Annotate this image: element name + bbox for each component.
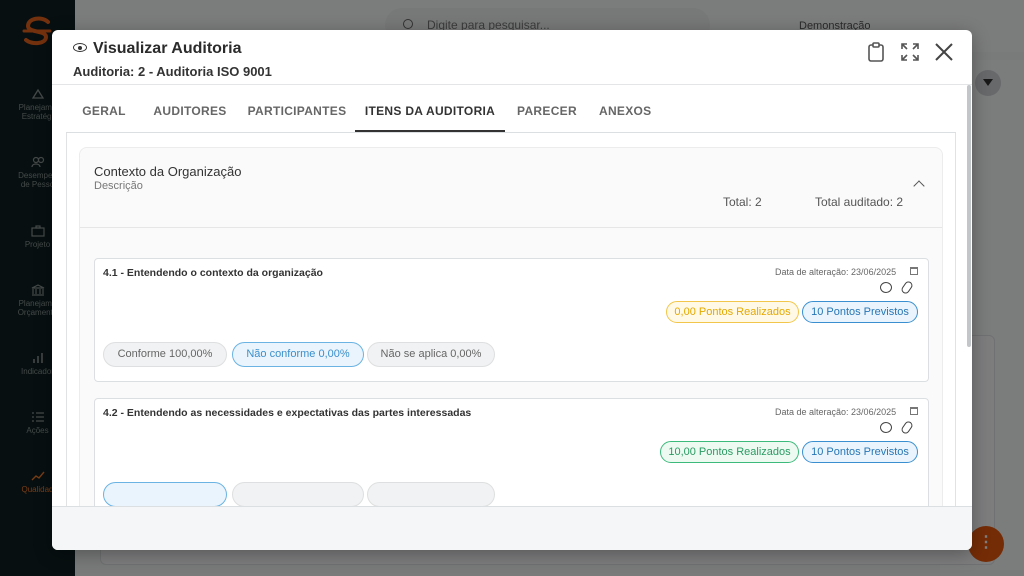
option-nao-conforme[interactable] (232, 482, 364, 506)
calendar-icon (910, 407, 918, 415)
points-realized-badge: 0,00 Pontos Realizados (666, 301, 799, 323)
modal-title: Visualizar Auditoria (93, 40, 242, 57)
points-expected-badge: 10 Pontos Previstos (802, 441, 918, 463)
modal-scrollbar[interactable] (966, 85, 972, 505)
fullscreen-icon[interactable] (898, 40, 922, 64)
audit-item-date: Data de alteração: 23/06/2025 (775, 267, 897, 277)
comment-icon[interactable] (880, 422, 892, 433)
eye-icon (73, 43, 87, 52)
tab-participantes[interactable]: PARTICIPANTES (242, 94, 352, 132)
option-nao-se-aplica[interactable]: Não se aplica 0,00% (367, 342, 495, 367)
audit-item-date: Data de alteração: 23/06/2025 (775, 407, 897, 417)
audit-item-title: 4.1 - Entendendo o contexto da organizaç… (103, 267, 323, 279)
paperclip-icon[interactable] (899, 419, 915, 436)
section-total-audited: Total auditado: 2 (815, 195, 904, 209)
audit-modal: Visualizar Auditoria Auditoria: 2 - Audi… (52, 30, 972, 550)
tab-anexos[interactable]: ANEXOS (599, 94, 651, 132)
tab-content: Contexto da Organização Descrição Total:… (66, 133, 956, 506)
calendar-icon (910, 267, 918, 275)
modal-subtitle: Auditoria: 2 - Auditoria ISO 9001 (73, 64, 272, 79)
audit-item: 4.1 - Entendendo o contexto da organizaç… (94, 258, 929, 382)
close-icon[interactable] (932, 40, 956, 64)
modal-header: Visualizar Auditoria Auditoria: 2 - Audi… (52, 30, 972, 85)
section-divider (80, 227, 942, 228)
option-conforme[interactable]: Conforme 100,00% (103, 342, 227, 367)
section-card: Contexto da Organização Descrição Total:… (79, 147, 943, 506)
tab-auditores[interactable]: AUDITORES (150, 94, 230, 132)
tab-geral[interactable]: GERAL (66, 94, 142, 132)
comment-icon[interactable] (880, 282, 892, 293)
points-realized-badge: 10,00 Pontos Realizados (660, 441, 799, 463)
option-conforme[interactable] (103, 482, 227, 506)
points-expected-badge: 10 Pontos Previstos (802, 301, 918, 323)
chevron-up-icon[interactable] (913, 180, 925, 192)
audit-item-title: 4.2 - Entendendo as necessidades e expec… (103, 407, 472, 419)
option-nao-se-aplica[interactable] (367, 482, 495, 506)
modal-footer (52, 506, 972, 550)
section-total: Total: 2 (723, 195, 762, 209)
clipboard-icon[interactable] (864, 40, 888, 64)
section-title: Contexto da Organização (94, 164, 242, 179)
scrollbar-thumb[interactable] (967, 85, 971, 347)
section-description: Descrição (94, 180, 143, 192)
tab-parecer[interactable]: PARECER (517, 94, 577, 132)
tab-itens-da-auditoria[interactable]: ITENS DA AUDITORIA (355, 94, 505, 132)
option-nao-conforme[interactable]: Não conforme 0,00% (232, 342, 364, 367)
paperclip-icon[interactable] (899, 279, 915, 296)
audit-item: 4.2 - Entendendo as necessidades e expec… (94, 398, 929, 506)
